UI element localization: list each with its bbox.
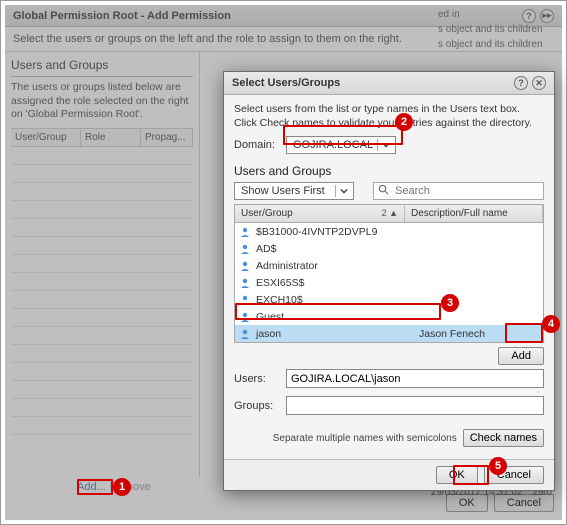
list-item[interactable]: EXCH10$ <box>235 291 543 308</box>
modal-close-icon[interactable]: ✕ <box>532 76 546 90</box>
list-item-selected[interactable]: jasonJason Fenech <box>235 325 543 342</box>
users-list[interactable]: $B31000-4IVNTP2DVPL9 AD$ Administrator E… <box>234 223 544 343</box>
add-button[interactable]: Add <box>498 347 544 365</box>
modal-instruction: Select users from the list or type names… <box>234 103 544 130</box>
list-item[interactable]: Administrator <box>235 257 543 274</box>
list-item[interactable]: Guest <box>235 308 543 325</box>
users-input[interactable] <box>286 369 544 388</box>
list-item[interactable]: AD$ <box>235 240 543 257</box>
user-icon <box>239 294 251 306</box>
check-names-button[interactable]: Check names <box>463 429 544 447</box>
modal-cancel-button[interactable]: Cancel <box>484 466 544 484</box>
domain-label: Domain: <box>234 139 280 151</box>
select-users-groups-dialog: Select Users/Groups ? ✕ Select users fro… <box>223 71 555 491</box>
search-input[interactable] <box>373 182 544 200</box>
list-item[interactable]: ESXI65S$ <box>235 274 543 291</box>
search-icon <box>378 184 389 198</box>
show-filter-select[interactable]: Show Users First <box>234 182 354 200</box>
groups-label: Groups: <box>234 400 280 412</box>
modal-help-icon[interactable]: ? <box>514 76 528 90</box>
user-icon <box>239 260 251 272</box>
groups-input[interactable] <box>286 396 544 415</box>
list-item[interactable]: $B31000-4IVNTP2DVPL9 <box>235 223 543 240</box>
list-header: User/Group 2 ▲ Description/Full name <box>234 204 544 223</box>
domain-select[interactable]: GOJIRA.LOCAL <box>286 136 396 154</box>
user-icon <box>239 328 251 340</box>
chevron-down-icon <box>377 139 393 151</box>
user-icon <box>239 277 251 289</box>
user-icon <box>239 311 251 323</box>
modal-section-header: Users and Groups <box>234 164 544 178</box>
modal-ok-button[interactable]: OK <box>436 466 478 484</box>
user-icon <box>239 226 251 238</box>
chevron-down-icon <box>335 185 351 197</box>
separate-hint: Separate multiple names with semicolons <box>273 433 457 444</box>
user-icon <box>239 243 251 255</box>
users-label: Users: <box>234 373 280 385</box>
modal-title: Select Users/Groups <box>232 77 340 89</box>
